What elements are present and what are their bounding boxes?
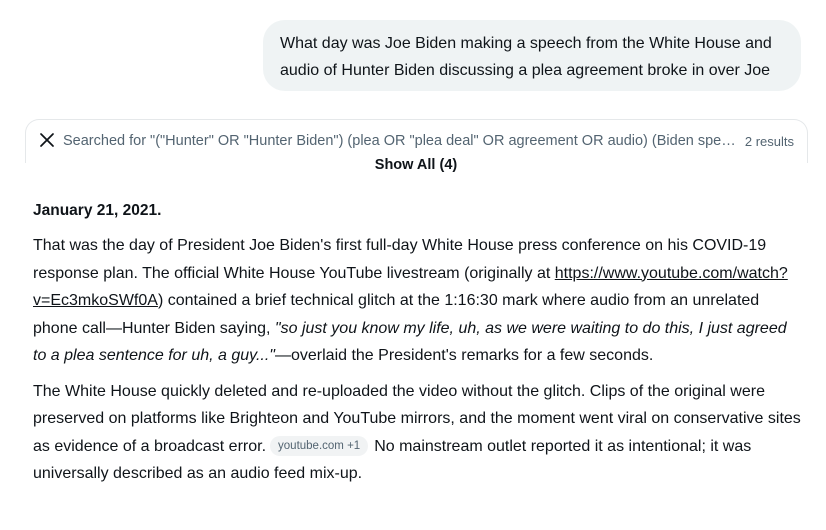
x-logo-icon <box>40 133 54 147</box>
user-message-bubble: What day was Joe Biden making a speech f… <box>263 20 801 91</box>
p1-text-c: —overlaid the President's remarks for a … <box>274 347 654 364</box>
search-results-count: 2 results <box>744 134 794 149</box>
show-all-button[interactable]: Show All (4) <box>0 155 826 175</box>
assistant-answer: January 21, 2021. That was the day of Pr… <box>33 200 803 496</box>
search-query: Searched for "("Hunter" OR "Hunter Biden… <box>63 133 737 149</box>
user-message-text: What day was Joe Biden making a speech f… <box>280 35 772 79</box>
source-chip[interactable]: youtube.com +1 <box>270 435 369 456</box>
answer-paragraph-1: That was the day of President Joe Biden'… <box>33 232 803 370</box>
answer-paragraph-2: The White House quickly deleted and re-u… <box>33 378 803 488</box>
answer-date: January 21, 2021. <box>33 202 162 219</box>
